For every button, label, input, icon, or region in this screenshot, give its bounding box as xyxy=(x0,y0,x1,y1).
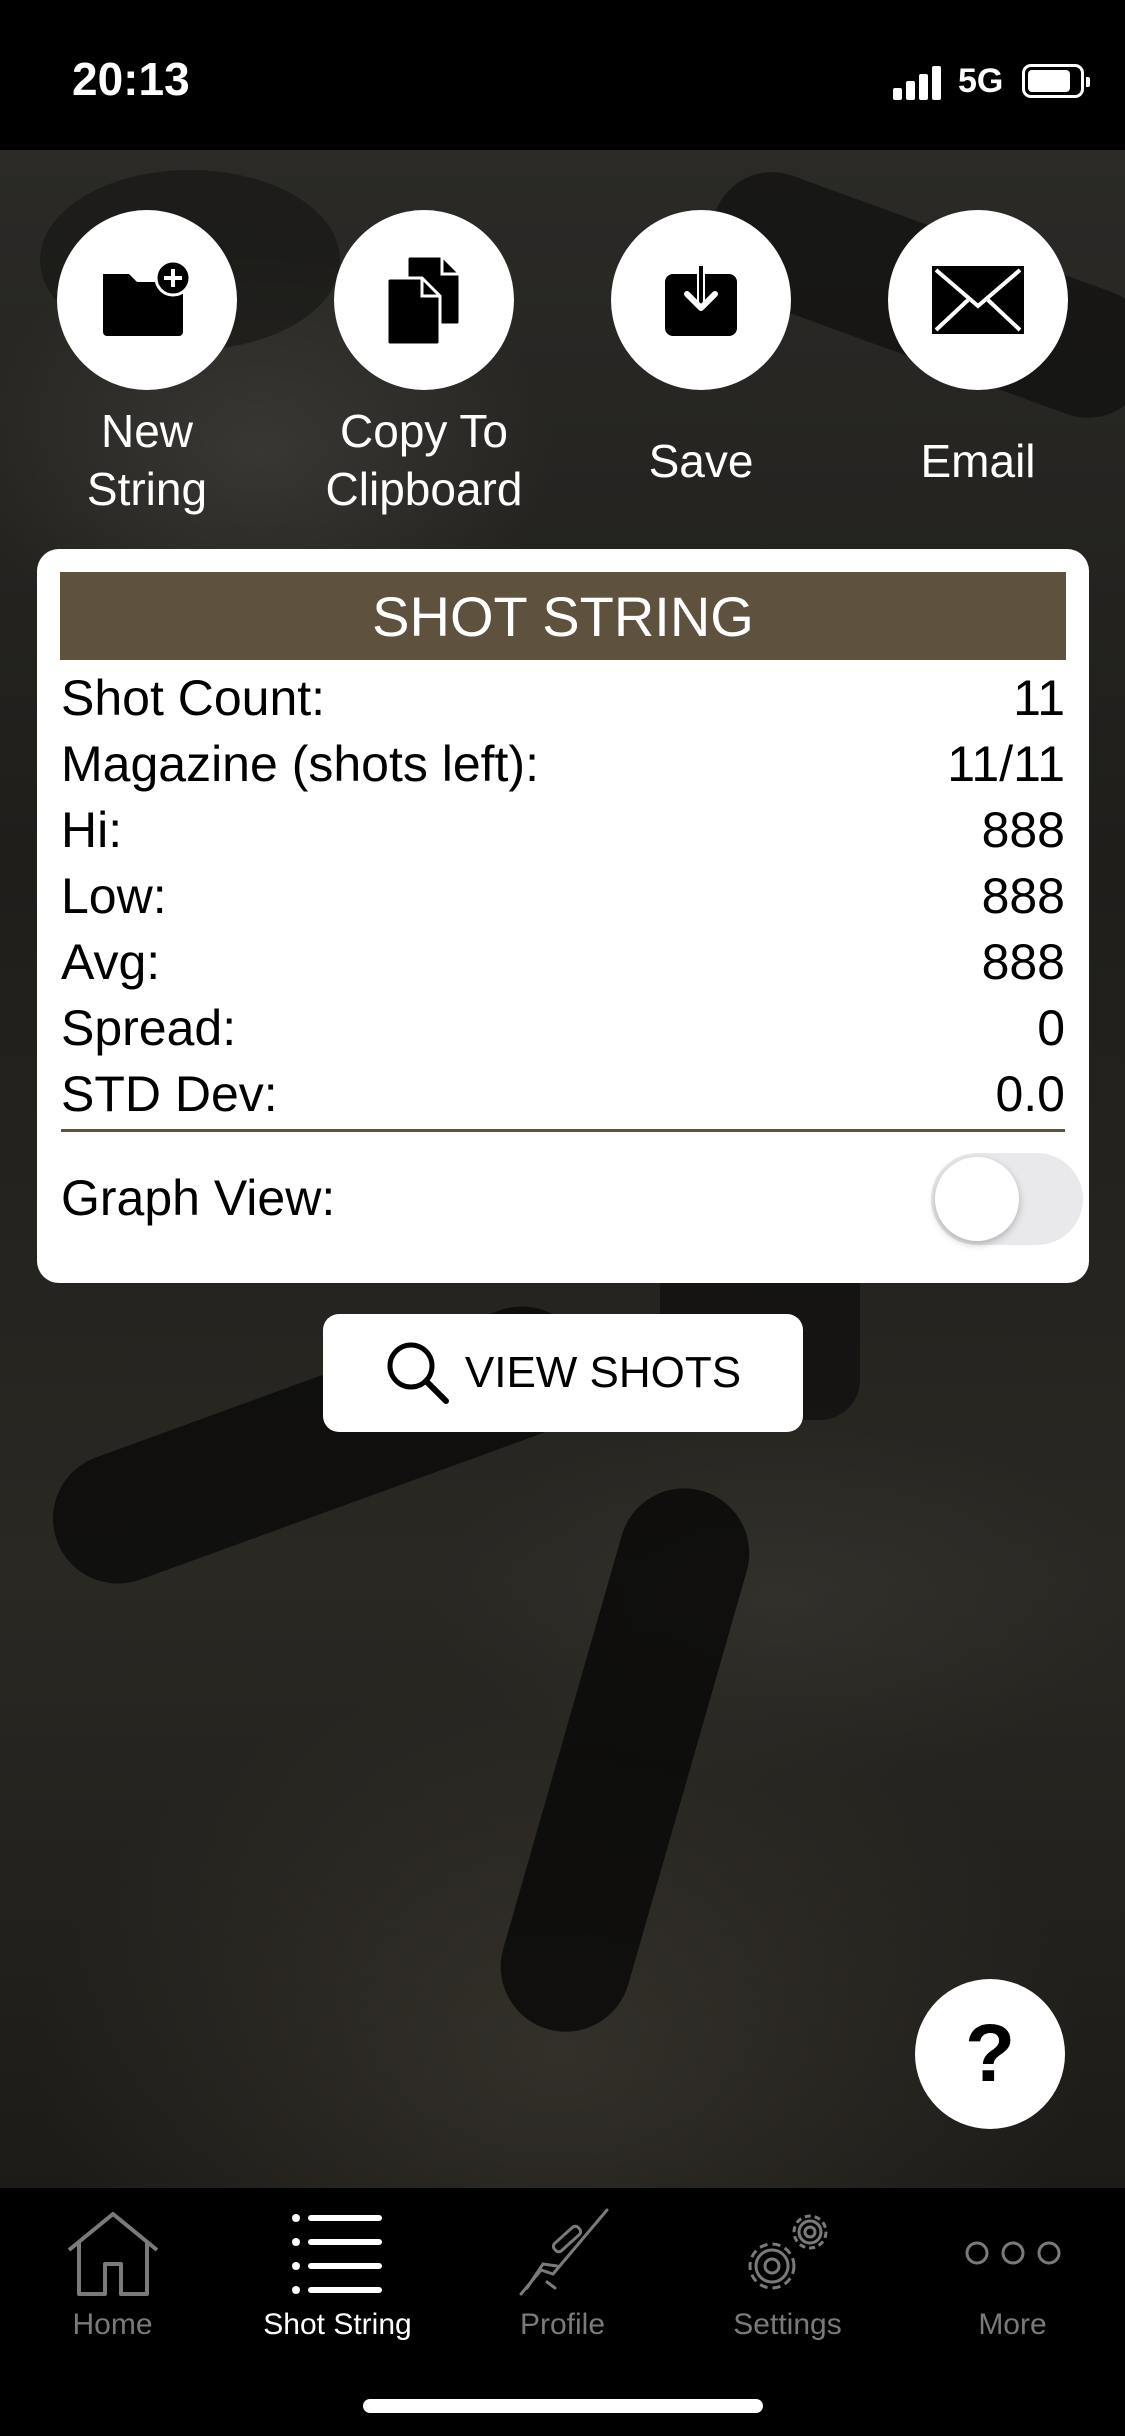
graph-view-label: Graph View: xyxy=(61,1170,336,1226)
stat-label: Avg: xyxy=(61,934,161,990)
copy-icon xyxy=(385,254,462,347)
stat-label: Hi: xyxy=(61,802,123,858)
tab-settings[interactable]: Settings xyxy=(675,2188,900,2358)
stat-value: 11/11 xyxy=(947,736,1065,792)
network-label: 5G xyxy=(958,62,1004,100)
tab-more[interactable]: More xyxy=(900,2188,1125,2358)
tab-label: Settings xyxy=(733,2308,842,2341)
stat-row-shot-count: Shot Count: 11 xyxy=(61,665,1065,731)
stat-value: 0 xyxy=(1037,1000,1065,1056)
stat-value: 888 xyxy=(981,868,1065,924)
stat-value: 888 xyxy=(981,934,1065,990)
stat-value: 0.0 xyxy=(995,1066,1065,1122)
graph-view-toggle[interactable] xyxy=(931,1153,1083,1245)
stat-row-std-dev: STD Dev: 0.0 xyxy=(61,1061,1065,1127)
rifle-icon xyxy=(519,2208,608,2296)
battery-icon xyxy=(1022,64,1090,98)
tab-profile[interactable]: Profile xyxy=(450,2188,675,2358)
save-label: Save xyxy=(648,435,754,487)
stat-row-hi: Hi: 888 xyxy=(61,797,1065,863)
tab-label: More xyxy=(978,2308,1047,2341)
home-indicator xyxy=(363,2399,763,2413)
new-string-label: New String xyxy=(86,405,208,515)
new-folder-icon xyxy=(103,260,192,336)
stat-label: STD Dev: xyxy=(61,1066,278,1122)
envelope-icon xyxy=(932,266,1024,334)
stat-row-avg: Avg: 888 xyxy=(61,929,1065,995)
new-string-button[interactable]: New String xyxy=(57,210,237,518)
tab-shot-string[interactable]: Shot String xyxy=(225,2188,450,2358)
card-title: SHOT STRING xyxy=(60,572,1066,660)
more-dots-icon xyxy=(965,2241,1060,2265)
tab-label: Profile xyxy=(519,2308,606,2341)
shot-string-card: SHOT STRING Shot Count: 11 Magazine (sho… xyxy=(37,549,1089,1283)
stat-value: 888 xyxy=(981,802,1065,858)
home-icon xyxy=(67,2212,158,2296)
tab-label: Shot String xyxy=(263,2308,412,2341)
help-button[interactable]: ? xyxy=(915,1979,1065,2129)
copy-to-clipboard-label: Copy To Clipboard xyxy=(325,405,523,515)
view-shots-label: VIEW SHOTS xyxy=(464,1348,742,1397)
signal-icon xyxy=(893,66,943,100)
status-bar: 20:13 5G xyxy=(0,0,1125,150)
view-shots-button[interactable]: VIEW SHOTS xyxy=(323,1314,803,1432)
email-button[interactable]: Email xyxy=(888,210,1068,490)
email-label: Email xyxy=(920,435,1036,487)
status-time: 20:13 xyxy=(72,53,190,105)
stat-label: Magazine (shots left): xyxy=(61,736,539,792)
list-icon xyxy=(291,2214,382,2294)
divider xyxy=(61,1129,1065,1132)
stat-value: 11 xyxy=(1013,670,1065,726)
stat-label: Spread: xyxy=(61,1000,237,1056)
tab-label: Home xyxy=(72,2308,153,2341)
save-download-icon xyxy=(665,264,737,336)
copy-to-clipboard-button[interactable]: Copy To Clipboard xyxy=(326,210,522,518)
gear-icon xyxy=(748,2214,827,2290)
search-icon xyxy=(387,1342,449,1404)
stat-label: Shot Count: xyxy=(61,670,326,726)
stat-row-spread: Spread: 0 xyxy=(61,995,1065,1061)
stat-row-magazine: Magazine (shots left): 11/11 xyxy=(61,731,1065,797)
tab-home[interactable]: Home xyxy=(0,2188,225,2358)
toggle-knob xyxy=(935,1157,1019,1241)
stat-label: Low: xyxy=(61,868,167,924)
save-button[interactable]: Save xyxy=(611,210,791,490)
stat-row-low: Low: 888 xyxy=(61,863,1065,929)
